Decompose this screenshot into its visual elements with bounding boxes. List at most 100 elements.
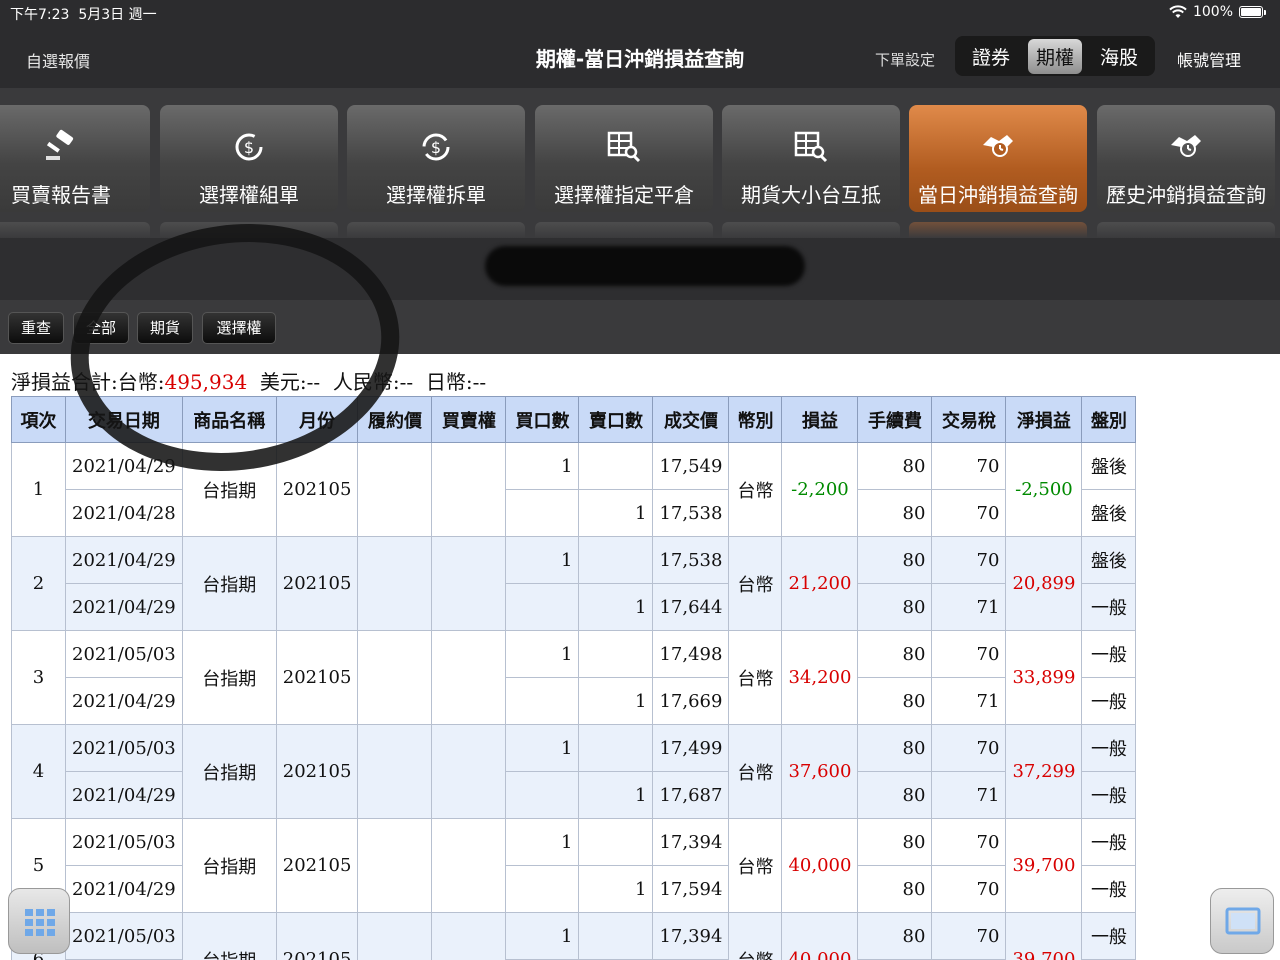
trade-report-button[interactable]: 買賣報告書 xyxy=(0,105,150,212)
sell-lots-cell: 1 xyxy=(578,677,654,725)
tax-cell: 70 xyxy=(931,865,1007,913)
currency-cell: 台幣 xyxy=(728,442,783,537)
session-cell: 一般 xyxy=(1081,912,1137,960)
strike-price-cell xyxy=(357,536,433,631)
trade-price-cell: 17,394 xyxy=(652,818,730,866)
call-put-cell xyxy=(431,442,507,537)
tax-cell: 70 xyxy=(931,442,1007,490)
column-header: 月份 xyxy=(275,396,359,443)
requery-button[interactable]: 重查 xyxy=(8,312,64,344)
order-settings-link[interactable]: 下單設定 xyxy=(875,49,935,70)
product-name-cell: 台指期 xyxy=(181,818,277,913)
filter-options-button[interactable]: 選擇權 xyxy=(202,312,276,344)
account-management-link[interactable]: 帳號管理 xyxy=(1177,47,1241,71)
tax-cell: 71 xyxy=(931,583,1007,631)
history-pnl-button[interactable]: 歷史沖銷損益查詢 xyxy=(1097,105,1275,212)
segment-options[interactable]: 期權 xyxy=(1027,38,1082,74)
item-number-cell: 2 xyxy=(11,536,66,631)
call-put-cell xyxy=(431,912,507,960)
sell-lots-cell: 1 xyxy=(578,489,654,537)
trade-date-cell: 2021/04/29 xyxy=(65,677,183,725)
trade-price-cell: 17,549 xyxy=(652,442,730,490)
table-row[interactable]: 2021/04/29 1 17,669 80 71 一般 xyxy=(12,677,1137,725)
trade-date-cell: 2021/04/29 xyxy=(65,771,183,819)
function-label: 期貨大小台互抵 xyxy=(741,183,881,207)
grid-menu-icon xyxy=(25,909,55,936)
table-row[interactable]: 4 2021/05/03 台指期 202105 1 17,499 台幣 37,600 80 70 3… xyxy=(11,724,1137,819)
fee-cell: 80 xyxy=(857,536,933,584)
product-name-cell: 台指期 xyxy=(181,536,277,631)
summary-label: 淨損益合計:台幣: xyxy=(11,370,165,394)
option-combine-button[interactable]: $ 選擇權組單 xyxy=(160,105,338,212)
wifi-icon xyxy=(1169,5,1187,18)
pnl-cell: 21,200 xyxy=(781,536,859,631)
trade-date-cell: 2021/05/03 xyxy=(65,630,183,678)
table-row[interactable]: 2021/04/28 1 17,538 80 70 盤後 xyxy=(12,489,1137,537)
column-header: 成交價 xyxy=(652,396,730,443)
segment-securities[interactable]: 證券 xyxy=(964,39,1018,74)
table-row[interactable]: 3 2021/05/03 台指期 202105 1 17,498 台幣 34,200 80 70 3… xyxy=(11,630,1137,725)
button-reflection xyxy=(0,222,150,238)
filter-all-button[interactable]: 全部 xyxy=(73,312,129,344)
daytrade-pnl-button[interactable]: 當日沖銷損益查詢 xyxy=(909,105,1087,212)
column-header: 幣別 xyxy=(728,396,783,443)
trade-price-cell: 17,669 xyxy=(652,677,730,725)
grid-menu-button[interactable] xyxy=(8,888,70,954)
column-header: 盤別 xyxy=(1081,396,1137,443)
sell-lots-cell xyxy=(578,818,654,866)
call-put-cell xyxy=(431,724,507,819)
button-reflection xyxy=(1097,222,1275,238)
trade-date-cell: 2021/04/29 xyxy=(65,536,183,584)
fee-cell: 80 xyxy=(857,442,933,490)
column-header: 買賣權 xyxy=(431,396,507,443)
buy-lots-cell xyxy=(505,771,580,819)
filter-futures-button[interactable]: 期貨 xyxy=(137,312,193,344)
table-row[interactable]: 62021/05/03台指期202105117,394台幣40,00080703… xyxy=(11,912,1137,960)
column-header: 淨損益 xyxy=(1005,396,1083,443)
table-row[interactable]: 5 2021/05/03 台指期 202105 1 17,394 台幣 40,000 80 70 3… xyxy=(11,818,1137,913)
function-label: 當日沖銷損益查詢 xyxy=(918,183,1078,207)
contract-month-cell: 202105 xyxy=(275,442,359,537)
table-row[interactable]: 2021/04/29 1 17,594 80 70 一般 xyxy=(12,865,1137,913)
option-designated-close-button[interactable]: 選擇權指定平倉 xyxy=(535,105,713,212)
button-reflection xyxy=(909,222,1087,238)
fee-cell: 80 xyxy=(857,912,933,960)
tax-cell: 70 xyxy=(931,489,1007,537)
item-number-cell: 1 xyxy=(11,442,66,537)
trade-date-cell: 2021/04/28 xyxy=(65,489,183,537)
summary-jpy: 日幣:-- xyxy=(425,370,487,394)
trade-price-cell: 17,594 xyxy=(652,865,730,913)
futures-offset-button[interactable]: 期貨大小台互抵 xyxy=(722,105,900,212)
net-pnl-cell: 33,899 xyxy=(1005,630,1083,725)
button-reflection xyxy=(160,222,338,238)
fee-cell: 80 xyxy=(857,583,933,631)
segment-overseas[interactable]: 海股 xyxy=(1092,39,1146,74)
table-row[interactable]: 2021/04/29 1 17,687 80 71 一般 xyxy=(12,771,1137,819)
function-label: 選擇權拆單 xyxy=(386,183,486,207)
strike-price-cell xyxy=(357,724,433,819)
pnl-cell: 40,000 xyxy=(781,818,859,913)
button-reflection xyxy=(535,222,713,238)
fee-cell: 80 xyxy=(857,630,933,678)
table-row[interactable]: 2 2021/04/29 台指期 202105 1 17,538 台幣 21,200 80 70 2… xyxy=(11,536,1137,631)
battery-percent: 100% xyxy=(1192,4,1233,20)
currency-cell: 台幣 xyxy=(728,536,783,631)
table-row[interactable]: 1 2021/04/29 台指期 202105 1 17,549 台幣 -2,200 80 70-… xyxy=(11,442,1137,537)
tax-cell: 71 xyxy=(931,677,1007,725)
function-label: 買賣報告書 xyxy=(11,183,111,207)
redacted-account-info xyxy=(485,246,805,286)
window-icon xyxy=(1225,907,1261,935)
trade-price-cell: 17,644 xyxy=(652,583,730,631)
session-cell: 一般 xyxy=(1081,724,1137,772)
nav-bar: 自選報價 期權-當日沖銷損益查詢 下單設定 證券 期權 海股 帳號管理 xyxy=(0,26,1280,88)
option-split-button[interactable]: $ 選擇權拆單 xyxy=(347,105,525,212)
table-row[interactable]: 2021/04/29 1 17,644 80 71 一般 xyxy=(12,583,1137,631)
item-number-cell: 3 xyxy=(11,630,66,725)
tax-cell: 70 xyxy=(931,630,1007,678)
market-segment-control: 證券 期權 海股 xyxy=(955,36,1155,76)
trade-price-cell: 17,687 xyxy=(652,771,730,819)
trade-date-cell: 2021/04/29 xyxy=(65,442,183,490)
window-toggle-button[interactable] xyxy=(1210,888,1274,954)
product-name-cell: 台指期 xyxy=(181,724,277,819)
currency-cell: 台幣 xyxy=(728,724,783,819)
